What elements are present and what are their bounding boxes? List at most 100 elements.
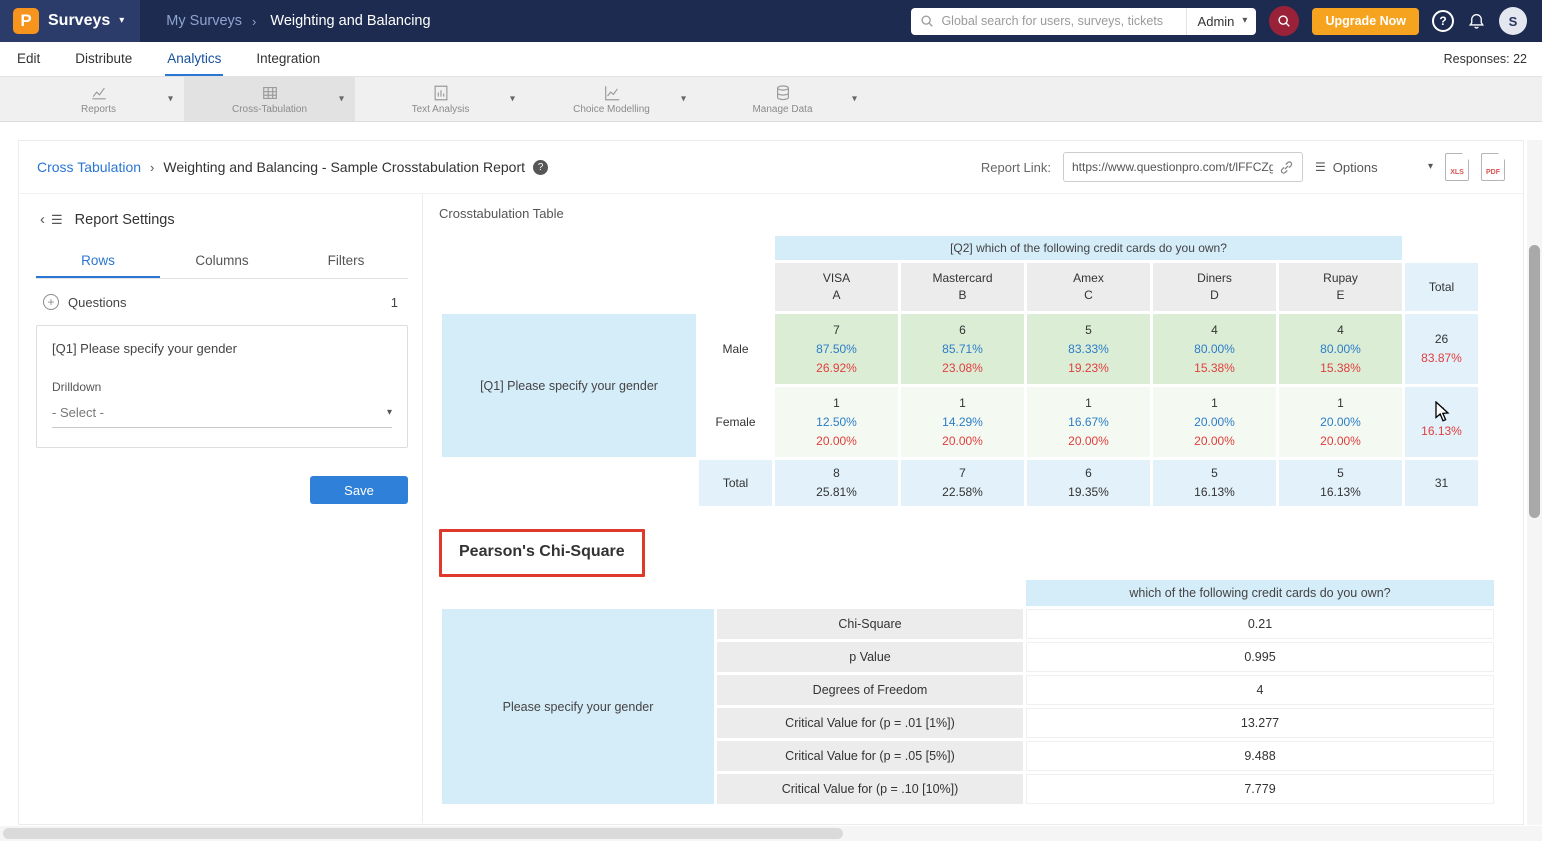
crosstab-cell: 1 20.00% 20.00%	[1279, 387, 1402, 457]
collapse-panel-icon[interactable]: ‹	[40, 211, 45, 228]
tab-columns[interactable]: Columns	[160, 244, 284, 278]
chevron-down-icon[interactable]: ▾	[852, 94, 857, 105]
options-dropdown[interactable]: ☰ Options ▾	[1315, 160, 1433, 175]
add-questions-row[interactable]: + Questions 1	[36, 279, 408, 320]
nav-integration[interactable]: Integration	[254, 42, 322, 76]
crosstab-cell: 7 87.50% 26.92%	[775, 314, 898, 384]
tool-manage-data[interactable]: Manage Data ▾	[697, 77, 868, 121]
report-header: Cross Tabulation › Weighting and Balanci…	[19, 141, 1523, 194]
search-button[interactable]	[1269, 6, 1299, 36]
product-name: Surveys	[48, 12, 110, 30]
crosstab-section-title: Crosstabulation Table	[439, 206, 1522, 221]
total-cell: 6 19.35%	[1027, 460, 1150, 506]
empty-cell	[442, 236, 772, 260]
table-row: [Q2] which of the following credit cards…	[442, 236, 1478, 260]
crosstab-cell: 1 14.29% 20.00%	[901, 387, 1024, 457]
total-cell: 7 22.58%	[901, 460, 1024, 506]
upgrade-now-button[interactable]: Upgrade Now	[1312, 8, 1419, 35]
save-row: Save	[36, 476, 408, 504]
total-cell: 5 16.13%	[1279, 460, 1402, 506]
horizontal-scrollbar-thumb[interactable]	[3, 828, 843, 839]
questionpro-logo: P	[13, 8, 39, 34]
xls-icon: XLS	[1446, 169, 1468, 176]
crosstab-cell: 1 20.00% 20.00%	[1153, 387, 1276, 457]
column-header-diners: Diners D	[1153, 263, 1276, 311]
chi-stat-label: p Value	[717, 642, 1023, 672]
notifications-bell-icon[interactable]	[1467, 12, 1486, 31]
column-header-visa: VISA A	[775, 263, 898, 311]
chi-stat-label: Critical Value for (p = .05 [5%])	[717, 741, 1023, 771]
search-scope-dropdown[interactable]: Admin ▾	[1186, 8, 1257, 35]
search-icon	[920, 14, 934, 28]
tab-rows[interactable]: Rows	[36, 244, 160, 278]
product-switcher[interactable]: P Surveys ▾	[0, 0, 140, 42]
chevron-down-icon[interactable]: ▾	[510, 94, 515, 105]
save-button[interactable]: Save	[310, 476, 408, 504]
plus-circle-icon: +	[43, 294, 59, 310]
help-button[interactable]: ?	[1432, 10, 1454, 32]
table-row-total: Total 8 25.81% 7 22.58% 6 19.35% 5	[442, 460, 1478, 506]
link-icon[interactable]	[1279, 160, 1294, 175]
cross-tabulation-link[interactable]: Cross Tabulation	[37, 159, 141, 175]
chevron-down-icon: ▾	[1242, 16, 1247, 26]
table-row-male: [Q1] Please specify your gender Male 7 8…	[442, 314, 1478, 384]
drilldown-label: Drilldown	[52, 380, 392, 394]
search-icon	[1277, 14, 1291, 28]
question-text: [Q1] Please specify your gender	[52, 341, 392, 356]
user-avatar[interactable]: S	[1499, 7, 1527, 35]
nav-edit[interactable]: Edit	[15, 42, 42, 76]
chevron-down-icon[interactable]: ▾	[168, 94, 173, 105]
crosstab-cell: 1 16.67% 20.00%	[1027, 387, 1150, 457]
vertical-scrollbar-thumb[interactable]	[1529, 245, 1540, 518]
pdf-icon: PDF	[1482, 169, 1504, 176]
row-label: Female	[699, 387, 772, 457]
app-window: P Surveys ▾ My Surveys › Weighting and B…	[0, 0, 1542, 841]
tool-reports[interactable]: Reports ▾	[13, 77, 184, 121]
report-settings-panel: ‹ ☰ Report Settings Rows Columns Filters…	[36, 205, 408, 504]
report-help-icon[interactable]: ?	[533, 160, 548, 175]
column-header-rupay: Rupay E	[1279, 263, 1402, 311]
chi-stat-value: 0.21	[1026, 609, 1494, 639]
vertical-scrollbar[interactable]	[1527, 140, 1542, 825]
chi-stat-label: Critical Value for (p = .10 [10%])	[717, 774, 1023, 804]
column-group-header: [Q2] which of the following credit cards…	[775, 236, 1402, 260]
global-search[interactable]: Admin ▾	[911, 8, 1256, 35]
chi-stat-value: 13.277	[1026, 708, 1494, 738]
panel-title-row: ‹ ☰ Report Settings	[36, 205, 408, 234]
export-xls-button[interactable]: XLS	[1445, 153, 1469, 181]
tool-text-analysis[interactable]: Text Analysis ▾	[355, 77, 526, 121]
chevron-down-icon[interactable]: ▾	[339, 94, 344, 105]
options-list-icon: ☰	[1315, 160, 1326, 174]
question-item[interactable]: [Q1] Please specify your gender Drilldow…	[36, 325, 408, 448]
survey-title: Weighting and Balancing	[270, 13, 430, 29]
chi-stat-label: Critical Value for (p = .01 [1%])	[717, 708, 1023, 738]
crosstab-table: [Q2] which of the following credit cards…	[439, 233, 1481, 509]
chi-stat-label: Degrees of Freedom	[717, 675, 1023, 705]
tool-cross-tabulation[interactable]: Cross-Tabulation ▾	[184, 77, 355, 121]
tool-choice-modelling[interactable]: Choice Modelling ▾	[526, 77, 697, 121]
chevron-down-icon: ▾	[1428, 162, 1433, 172]
grand-total-cell: 31	[1405, 460, 1478, 506]
search-input[interactable]	[941, 14, 1185, 28]
export-pdf-button[interactable]: PDF	[1481, 153, 1505, 181]
row-label: Male	[699, 314, 772, 384]
column-header-total: Total	[1405, 263, 1478, 311]
search-scope-value: Admin	[1198, 14, 1235, 29]
my-surveys-link[interactable]: My Surveys	[166, 13, 242, 29]
report-title: Weighting and Balancing - Sample Crossta…	[163, 159, 525, 175]
chevron-down-icon[interactable]: ▾	[681, 94, 686, 105]
horizontal-scrollbar[interactable]	[0, 826, 1527, 841]
nav-distribute[interactable]: Distribute	[73, 42, 134, 76]
scrollbar-corner	[1527, 826, 1542, 841]
report-url-field[interactable]	[1063, 152, 1303, 182]
report-url-input[interactable]	[1072, 160, 1273, 174]
chi-row-header: Please specify your gender	[442, 609, 714, 804]
drilldown-select[interactable]: - Select - ▾	[52, 405, 392, 428]
pearsons-chi-square-highlight: Pearson's Chi-Square	[439, 529, 645, 577]
column-header-mastercard: Mastercard B	[901, 263, 1024, 311]
topbar: P Surveys ▾ My Surveys › Weighting and B…	[0, 0, 1542, 42]
nav-analytics[interactable]: Analytics	[165, 42, 223, 76]
crosstab-cell: 6 85.71% 23.08%	[901, 314, 1024, 384]
tab-filters[interactable]: Filters	[284, 244, 408, 278]
row-group-header: [Q1] Please specify your gender	[442, 314, 696, 457]
